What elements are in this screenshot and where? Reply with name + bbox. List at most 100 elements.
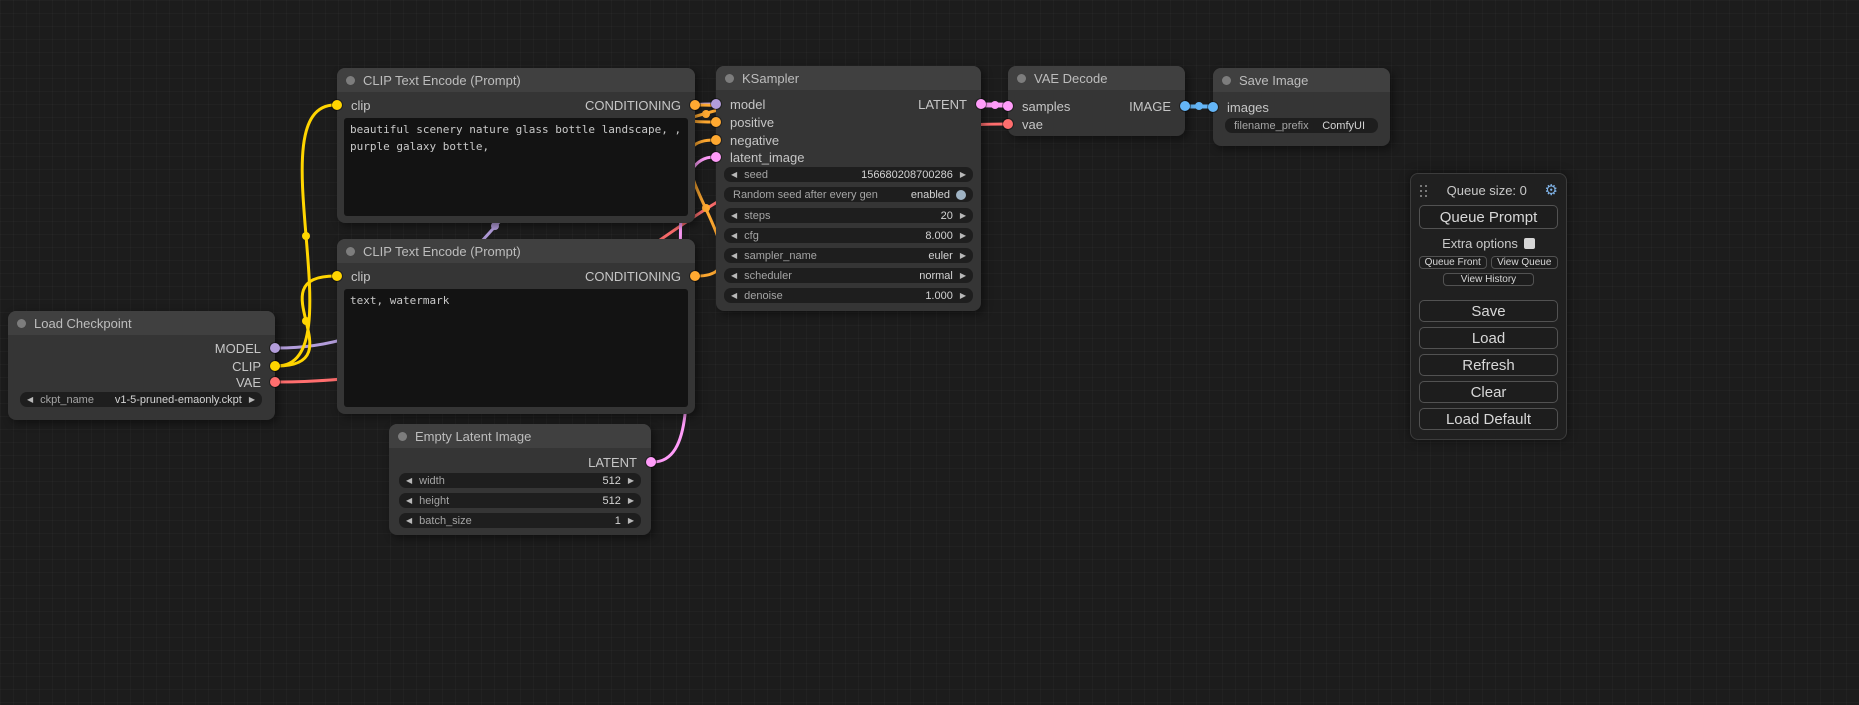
widget-scheduler[interactable]: ◀ scheduler normal ▶ — [724, 268, 973, 283]
increment-arrow-icon[interactable]: ▶ — [960, 232, 966, 240]
widget-seed[interactable]: ◀ seed 156680208700286 ▶ — [724, 167, 973, 182]
latent-output-dot[interactable] — [646, 457, 656, 467]
prev-arrow-icon[interactable]: ◀ — [27, 396, 33, 404]
samples-input-dot[interactable] — [1003, 101, 1013, 111]
queue-front-button[interactable]: Queue Front — [1419, 256, 1487, 269]
conditioning-output-dot[interactable] — [690, 100, 700, 110]
widget-batch-size[interactable]: ◀ batch_size 1 ▶ — [399, 513, 641, 528]
widget-cfg[interactable]: ◀ cfg 8.000 ▶ — [724, 228, 973, 243]
load-default-button[interactable]: Load Default — [1419, 408, 1558, 430]
decrement-arrow-icon[interactable]: ◀ — [731, 212, 737, 220]
slot-label: CONDITIONING — [585, 98, 681, 113]
clear-button[interactable]: Clear — [1419, 381, 1558, 403]
queue-prompt-button[interactable]: Queue Prompt — [1419, 205, 1558, 229]
extra-options-checkbox[interactable] — [1524, 238, 1535, 249]
clip-output-dot[interactable] — [270, 361, 280, 371]
latent-image-input-dot[interactable] — [711, 152, 721, 162]
decrement-arrow-icon[interactable]: ◀ — [731, 232, 737, 240]
collapse-dot-icon[interactable] — [1017, 74, 1026, 83]
collapse-dot-icon[interactable] — [346, 76, 355, 85]
widget-value: euler — [928, 250, 952, 262]
negative-prompt-textarea[interactable]: text, watermark — [344, 289, 688, 407]
next-arrow-icon[interactable]: ▶ — [249, 396, 255, 404]
node-vae-decode[interactable]: VAE Decode samples vae IMAGE — [1008, 66, 1185, 136]
collapse-dot-icon[interactable] — [346, 247, 355, 256]
increment-arrow-icon[interactable]: ▶ — [960, 212, 966, 220]
decrement-arrow-icon[interactable]: ◀ — [731, 292, 737, 300]
decrement-arrow-icon[interactable]: ◀ — [731, 171, 737, 179]
collapse-dot-icon[interactable] — [725, 74, 734, 83]
image-output-dot[interactable] — [1180, 101, 1190, 111]
widget-value: 1.000 — [925, 290, 953, 302]
save-button[interactable]: Save — [1419, 300, 1558, 322]
increment-arrow-icon[interactable]: ▶ — [960, 171, 966, 179]
node-clip-text-encode-negative[interactable]: CLIP Text Encode (Prompt) clip CONDITION… — [337, 239, 695, 414]
clip-encode-negative-title-bar[interactable]: CLIP Text Encode (Prompt) — [337, 239, 695, 263]
decrement-arrow-icon[interactable]: ◀ — [406, 477, 412, 485]
widget-height[interactable]: ◀ height 512 ▶ — [399, 493, 641, 508]
increment-arrow-icon[interactable]: ▶ — [628, 497, 634, 505]
increment-arrow-icon[interactable]: ▶ — [960, 292, 966, 300]
load-checkpoint-title-bar[interactable]: Load Checkpoint — [8, 311, 275, 335]
prev-arrow-icon[interactable]: ◀ — [731, 252, 737, 260]
slot-output-latent: LATENT — [918, 95, 981, 113]
settings-gear-icon[interactable]: ⚙ — [1545, 183, 1558, 198]
node-load-checkpoint[interactable]: Load Checkpoint MODEL CLIP VAE ◀ ckpt_na… — [8, 311, 275, 420]
widget-ckpt-name[interactable]: ◀ ckpt_name v1-5-pruned-emaonly.ckpt ▶ — [20, 392, 262, 407]
view-queue-button[interactable]: View Queue — [1491, 256, 1559, 269]
prev-arrow-icon[interactable]: ◀ — [731, 272, 737, 280]
decrement-arrow-icon[interactable]: ◀ — [406, 497, 412, 505]
slot-input-clip: clip — [337, 96, 371, 114]
model-input-dot[interactable] — [711, 99, 721, 109]
node-empty-latent-image[interactable]: Empty Latent Image LATENT ◀ width 512 ▶ … — [389, 424, 651, 535]
widget-steps[interactable]: ◀ steps 20 ▶ — [724, 208, 973, 223]
slot-label: vae — [1022, 117, 1043, 132]
load-button[interactable]: Load — [1419, 327, 1558, 349]
view-history-button[interactable]: View History — [1443, 273, 1535, 286]
positive-input-dot[interactable] — [711, 117, 721, 127]
save-image-title-bar[interactable]: Save Image — [1213, 68, 1390, 92]
slot-label: clip — [351, 98, 371, 113]
collapse-dot-icon[interactable] — [1222, 76, 1231, 85]
negative-input-dot[interactable] — [711, 135, 721, 145]
model-output-dot[interactable] — [270, 343, 280, 353]
ksampler-title-bar[interactable]: KSampler — [716, 66, 981, 90]
widget-sampler-name[interactable]: ◀ sampler_name euler ▶ — [724, 248, 973, 263]
latent-output-dot[interactable] — [976, 99, 986, 109]
widget-width[interactable]: ◀ width 512 ▶ — [399, 473, 641, 488]
slot-label: IMAGE — [1129, 99, 1171, 114]
conditioning-output-dot[interactable] — [690, 271, 700, 281]
refresh-button[interactable]: Refresh — [1419, 354, 1558, 376]
queue-controls-row: Queue Front View Queue — [1419, 256, 1558, 269]
slot-input-latent-image: latent_image — [716, 148, 804, 166]
collapse-dot-icon[interactable] — [398, 432, 407, 441]
widget-filename-prefix[interactable]: filename_prefix ComfyUI — [1225, 118, 1378, 133]
drag-handle-icon[interactable] — [1419, 184, 1429, 197]
node-clip-text-encode-positive[interactable]: CLIP Text Encode (Prompt) clip CONDITION… — [337, 68, 695, 223]
widget-denoise[interactable]: ◀ denoise 1.000 ▶ — [724, 288, 973, 303]
slot-label: negative — [730, 133, 779, 148]
clip-input-dot[interactable] — [332, 100, 342, 110]
clip-encode-positive-title-bar[interactable]: CLIP Text Encode (Prompt) — [337, 68, 695, 92]
vae-decode-title-bar[interactable]: VAE Decode — [1008, 66, 1185, 90]
clip-input-dot[interactable] — [332, 271, 342, 281]
widget-label: width — [419, 475, 445, 487]
empty-latent-title-bar[interactable]: Empty Latent Image — [389, 424, 651, 448]
node-title: KSampler — [742, 71, 799, 86]
images-input-dot[interactable] — [1208, 102, 1218, 112]
next-arrow-icon[interactable]: ▶ — [960, 252, 966, 260]
collapse-dot-icon[interactable] — [17, 319, 26, 328]
widget-label: cfg — [744, 230, 759, 242]
decrement-arrow-icon[interactable]: ◀ — [406, 517, 412, 525]
widget-random-seed-toggle[interactable]: Random seed after every gen enabled — [724, 187, 973, 202]
node-ksampler[interactable]: KSampler model positive negative latent_… — [716, 66, 981, 311]
node-save-image[interactable]: Save Image images filename_prefix ComfyU… — [1213, 68, 1390, 146]
increment-arrow-icon[interactable]: ▶ — [628, 517, 634, 525]
positive-prompt-textarea[interactable]: beautiful scenery nature glass bottle la… — [344, 118, 688, 216]
vae-input-dot[interactable] — [1003, 119, 1013, 129]
toggle-knob-icon[interactable] — [956, 190, 966, 200]
comfy-menu-panel[interactable]: Queue size: 0 ⚙ Queue Prompt Extra optio… — [1410, 173, 1567, 440]
increment-arrow-icon[interactable]: ▶ — [628, 477, 634, 485]
next-arrow-icon[interactable]: ▶ — [960, 272, 966, 280]
vae-output-dot[interactable] — [270, 377, 280, 387]
